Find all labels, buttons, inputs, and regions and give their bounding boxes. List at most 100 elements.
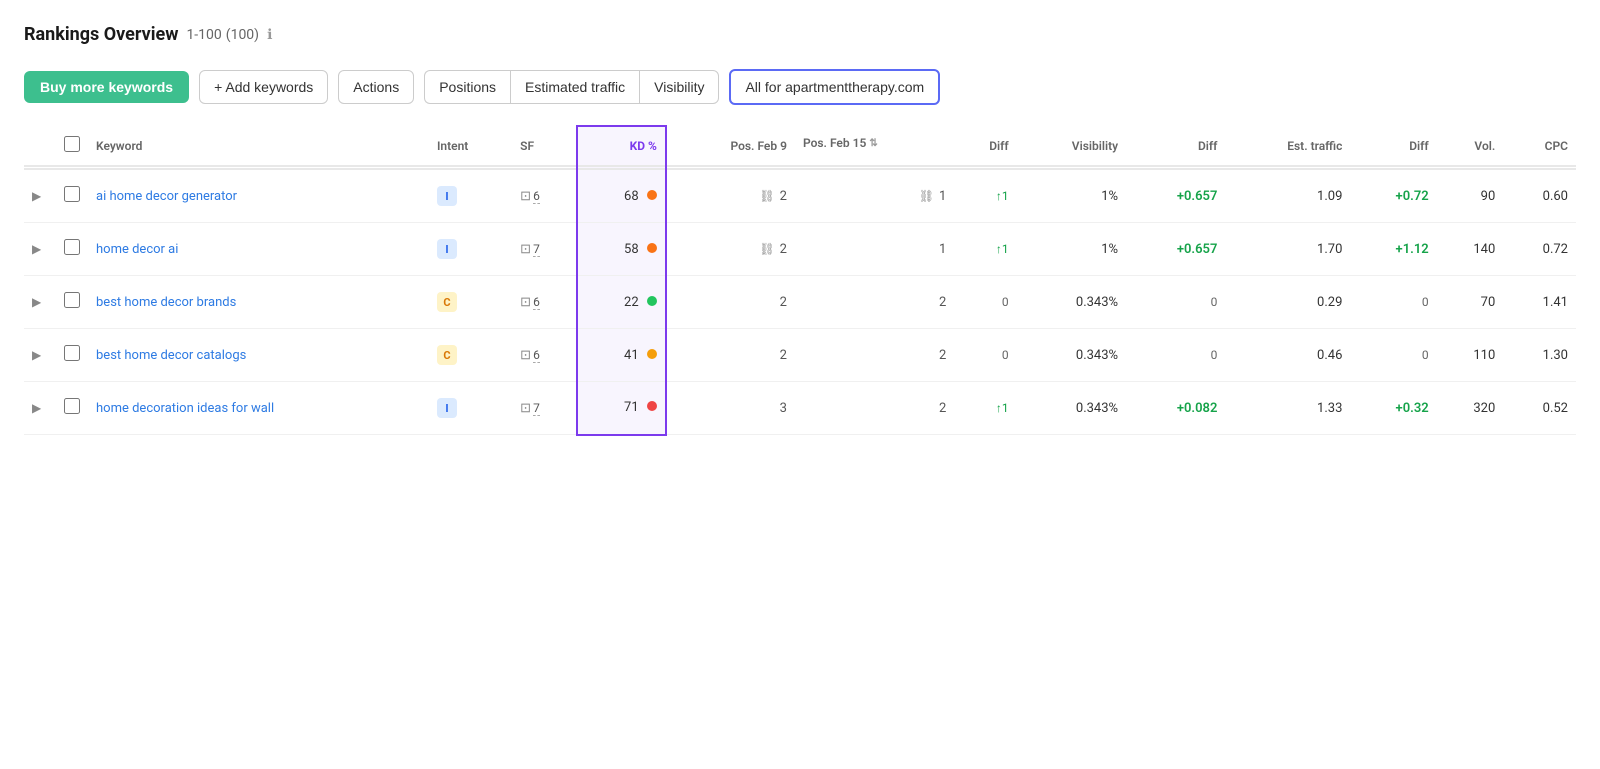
pos-feb15-cell: 2	[795, 276, 954, 329]
col-keyword: Keyword	[88, 126, 429, 166]
intent-badge: I	[437, 239, 457, 259]
expand-icon[interactable]: ▶	[32, 242, 45, 256]
pos-feb9-container: 2	[675, 295, 787, 310]
col-pos-feb15[interactable]: Pos. Feb 15 ⇅	[795, 126, 886, 160]
vol-value: 140	[1473, 242, 1495, 257]
row-expand-cell[interactable]: ▶	[24, 169, 56, 223]
visibility-cell: 0.343%	[1017, 382, 1126, 435]
table-row: ▶ home decoration ideas for wall I ⊡7 71…	[24, 382, 1576, 435]
tab-positions[interactable]: Positions	[424, 70, 510, 104]
buy-keywords-button[interactable]: Buy more keywords	[24, 71, 189, 103]
kd-value: 71	[624, 400, 639, 415]
row-checkbox-cell[interactable]	[56, 329, 88, 382]
row-checkbox-cell[interactable]	[56, 276, 88, 329]
row-checkbox[interactable]	[64, 292, 80, 308]
diff-cell: ↑1	[954, 169, 1016, 223]
filter-domain-button[interactable]: All for apartmenttherapy.com	[729, 69, 940, 105]
col-vis-diff: Diff	[1126, 126, 1225, 166]
visibility-cell: 1%	[1017, 223, 1126, 276]
pos-feb9-value: 2	[780, 295, 787, 310]
diff-cell: 0	[954, 329, 1016, 382]
chain-icon: ⛓	[919, 189, 934, 203]
pos-feb9-cell: 3	[666, 382, 795, 435]
row-expand-cell[interactable]: ▶	[24, 382, 56, 435]
visibility-cell: 0.343%	[1017, 329, 1126, 382]
visibility-value: 1%	[1101, 189, 1118, 204]
row-checkbox-cell[interactable]	[56, 169, 88, 223]
row-checkbox[interactable]	[64, 239, 80, 255]
est-diff-cell: +0.72	[1350, 169, 1436, 223]
intent-cell: C	[429, 276, 512, 329]
select-all-checkbox[interactable]	[64, 136, 80, 152]
diff-cell: 0	[954, 276, 1016, 329]
col-visibility: Visibility	[1017, 126, 1126, 166]
keyword-link[interactable]: home decor ai	[96, 242, 178, 257]
vol-cell: 70	[1437, 276, 1504, 329]
visibility-cell: 0.343%	[1017, 276, 1126, 329]
vol-value: 320	[1473, 401, 1495, 416]
est-diff-cell: +0.32	[1350, 382, 1436, 435]
row-expand-cell[interactable]: ▶	[24, 329, 56, 382]
row-checkbox-cell[interactable]	[56, 382, 88, 435]
row-checkbox-cell[interactable]	[56, 223, 88, 276]
row-expand-cell[interactable]: ▶	[24, 276, 56, 329]
sf-num: 6	[533, 295, 540, 310]
sf-cell: ⊡7	[512, 382, 576, 435]
expand-icon[interactable]: ▶	[32, 401, 45, 415]
vis-diff-value: 0	[1211, 348, 1218, 362]
est-diff-value: 0	[1422, 348, 1429, 362]
visibility-value: 1%	[1101, 242, 1118, 257]
est-traffic-value: 1.70	[1317, 242, 1342, 257]
kd-cell: 58	[577, 223, 666, 276]
keyword-cell: ai home decor generator	[88, 169, 429, 223]
tab-estimated-traffic[interactable]: Estimated traffic	[510, 70, 639, 104]
expand-icon[interactable]: ▶	[32, 189, 45, 203]
kd-cell: 68	[577, 169, 666, 223]
row-checkbox[interactable]	[64, 186, 80, 202]
keyword-link[interactable]: best home decor brands	[96, 295, 236, 310]
vol-value: 90	[1481, 189, 1496, 204]
vol-cell: 320	[1437, 382, 1504, 435]
keyword-cell: best home decor catalogs	[88, 329, 429, 382]
sf-cell: ⊡7	[512, 223, 576, 276]
sf-cell: ⊡6	[512, 329, 576, 382]
est-diff-value: +0.32	[1396, 401, 1429, 416]
expand-icon[interactable]: ▶	[32, 348, 45, 362]
cpc-value: 0.52	[1543, 401, 1568, 416]
kd-value: 22	[624, 295, 639, 310]
est-diff-value: 0	[1422, 295, 1429, 309]
pos-feb9-container: ⛓2	[675, 242, 787, 257]
keyword-link[interactable]: ai home decor generator	[96, 189, 237, 204]
page-range: 1-100	[186, 27, 221, 43]
kd-dot	[647, 349, 657, 359]
keyword-link[interactable]: best home decor catalogs	[96, 348, 246, 363]
tab-visibility[interactable]: Visibility	[639, 70, 719, 104]
row-checkbox[interactable]	[64, 345, 80, 361]
keyword-link[interactable]: home decoration ideas for wall	[96, 401, 274, 416]
chain-icon: ⛓	[759, 242, 774, 256]
cpc-value: 1.30	[1543, 348, 1568, 363]
vis-diff-cell: +0.657	[1126, 169, 1225, 223]
info-icon[interactable]: ℹ	[267, 27, 272, 43]
col-sf: SF	[512, 126, 576, 166]
vis-diff-cell: +0.657	[1126, 223, 1225, 276]
sf-cell: ⊡6	[512, 169, 576, 223]
sf-cell: ⊡6	[512, 276, 576, 329]
pos-feb15-cell: 1	[795, 223, 954, 276]
row-checkbox[interactable]	[64, 398, 80, 414]
actions-button[interactable]: Actions	[338, 70, 414, 104]
est-diff-cell: +1.12	[1350, 223, 1436, 276]
kd-dot	[647, 401, 657, 411]
row-expand-cell[interactable]: ▶	[24, 223, 56, 276]
add-keywords-button[interactable]: + Add keywords	[199, 70, 328, 104]
diff-value: 0	[1002, 348, 1009, 362]
intent-badge: C	[437, 345, 457, 365]
est-diff-cell: 0	[1350, 329, 1436, 382]
diff-value: ↑1	[996, 189, 1009, 203]
pos-feb9-cell: 2	[666, 276, 795, 329]
tab-group: Positions Estimated traffic Visibility	[424, 70, 719, 104]
est-traffic-value: 0.29	[1317, 295, 1342, 310]
col-vol: Vol.	[1437, 126, 1504, 166]
expand-icon[interactable]: ▶	[32, 295, 45, 309]
intent-cell: I	[429, 223, 512, 276]
